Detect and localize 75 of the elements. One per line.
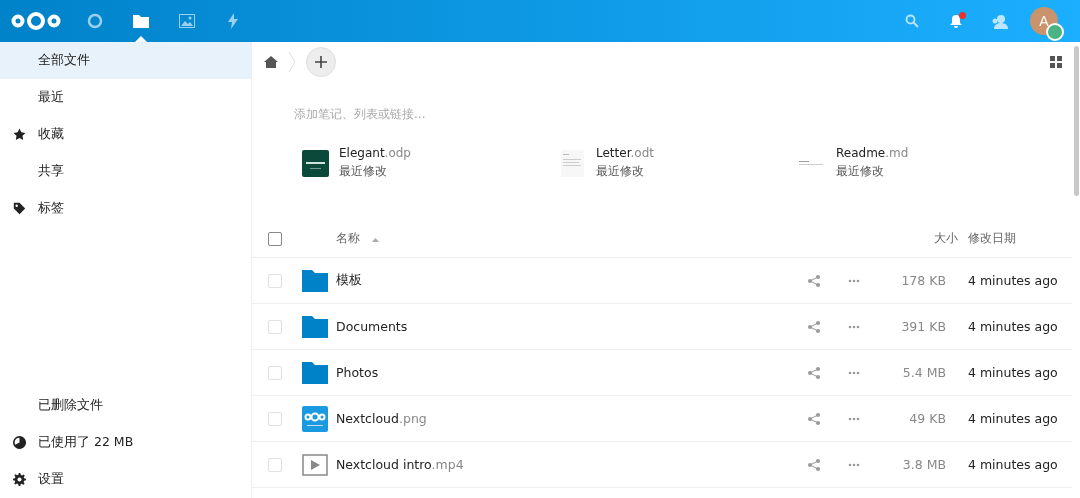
nav-item[interactable]: 设置 <box>0 461 251 498</box>
tag-icon <box>12 202 26 215</box>
file-name[interactable]: Documents <box>336 319 808 334</box>
file-size: 391 KB <box>900 319 947 334</box>
size-column-header[interactable]: 大小 <box>888 230 968 247</box>
text-thumbnail-icon <box>799 161 823 165</box>
more-icon <box>848 370 860 375</box>
folder-icon <box>302 315 328 338</box>
folder-icon <box>133 14 149 28</box>
modified-time: 4 minutes ago <box>968 365 1059 380</box>
bell-icon <box>949 13 963 29</box>
share-icon <box>808 412 820 425</box>
sort-arrow-icon <box>371 238 379 242</box>
video-icon <box>302 453 328 476</box>
name-column-header[interactable]: 名称 <box>336 230 808 247</box>
scrollbar[interactable] <box>1074 46 1079 196</box>
file-size: 3.8 MB <box>901 457 947 472</box>
image-icon <box>179 14 195 28</box>
more-icon <box>848 462 860 467</box>
add-button[interactable] <box>306 47 336 77</box>
select-all-checkbox[interactable] <box>268 231 282 246</box>
modified-time: 4 minutes ago <box>968 411 1059 426</box>
file-size: 178 KB <box>900 273 947 288</box>
nav-item[interactable]: 标签 <box>0 190 251 227</box>
grid-view-icon <box>1050 56 1062 68</box>
chevron-icon <box>288 51 296 73</box>
logo-icon <box>10 11 62 31</box>
slide-thumbnail-icon <box>302 149 329 177</box>
recent-file-name[interactable]: Readme.md <box>836 146 909 160</box>
nav-item[interactable]: 最近 <box>0 79 251 116</box>
more-icon <box>848 278 860 283</box>
share-icon <box>808 458 820 471</box>
nav-item[interactable]: 共享 <box>0 153 251 190</box>
row-checkbox[interactable] <box>268 273 282 288</box>
file-name[interactable]: Photos <box>336 365 808 380</box>
recent-file-subtitle: 最近修改 <box>836 163 885 180</box>
star-icon <box>12 128 26 141</box>
file-size: 5.4 MB <box>901 365 947 380</box>
plus-icon <box>315 56 327 68</box>
row-checkbox[interactable] <box>268 411 282 426</box>
lightning-icon <box>227 13 239 29</box>
more-icon <box>848 416 860 421</box>
recent-file-subtitle: 最近修改 <box>596 163 645 180</box>
modified-time: 4 minutes ago <box>968 457 1059 472</box>
circle-icon <box>87 13 103 29</box>
search-icon <box>905 14 919 28</box>
share-icon <box>808 320 820 333</box>
recent-file-name[interactable]: Letter.odt <box>596 146 654 160</box>
person-icon <box>992 13 1008 29</box>
nav-item[interactable]: 已删除文件 <box>0 387 251 424</box>
file-name[interactable]: Nextcloud.png <box>336 411 808 426</box>
cloud-logo-icon <box>302 405 328 432</box>
folder-icon <box>302 269 328 292</box>
home-icon <box>264 56 278 68</box>
recent-file-subtitle: 最近修改 <box>339 163 388 180</box>
row-checkbox[interactable] <box>268 457 282 472</box>
row-checkbox[interactable] <box>268 365 282 380</box>
more-icon <box>848 324 860 329</box>
modified-column-header[interactable]: 修改日期 <box>968 230 1072 247</box>
row-checkbox[interactable] <box>268 319 282 334</box>
modified-time: 4 minutes ago <box>968 273 1059 288</box>
folder-icon <box>302 361 328 384</box>
file-name[interactable]: Nextcloud intro.mp4 <box>336 457 808 472</box>
document-thumbnail-icon <box>559 149 586 177</box>
modified-time: 4 minutes ago <box>968 319 1059 334</box>
file-size: 49 KB <box>908 411 947 426</box>
nav-item[interactable]: 收藏 <box>0 116 251 153</box>
settings-icon <box>12 473 26 486</box>
pie-icon <box>12 436 26 449</box>
file-name[interactable]: 模板 <box>336 272 808 289</box>
share-icon <box>808 366 820 379</box>
recent-file-name[interactable]: Elegant.odp <box>339 146 411 160</box>
share-icon <box>808 274 820 287</box>
nav-item[interactable]: 已使用了 22 MB <box>0 424 251 461</box>
nav-item[interactable]: 全部文件 <box>0 42 251 79</box>
